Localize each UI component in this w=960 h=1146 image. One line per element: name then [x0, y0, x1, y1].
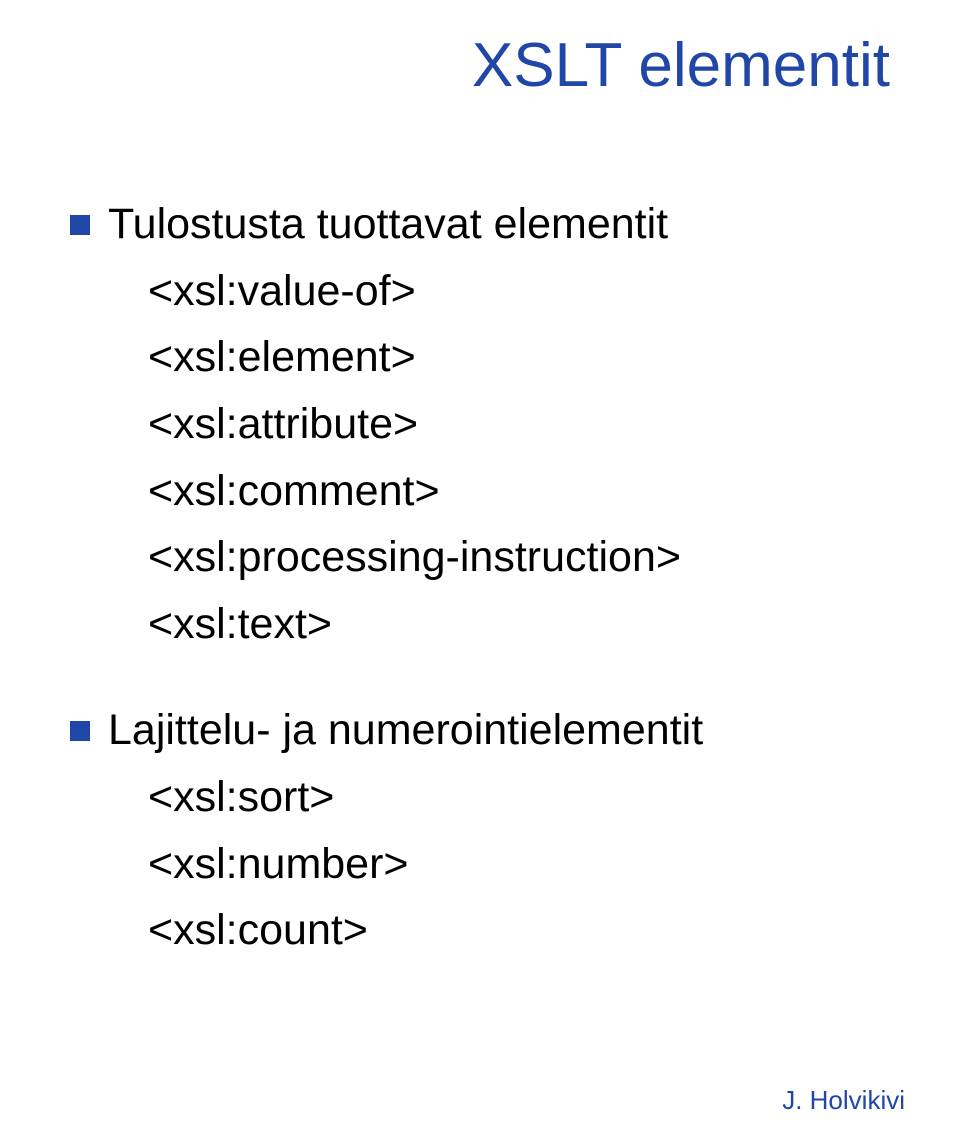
footer-author: J. Holvikivi	[782, 1085, 905, 1116]
bullet-square-icon	[70, 215, 90, 235]
list-item: <xsl:processing-instruction>	[148, 524, 910, 591]
sublist: <xsl:value-of> <xsl:element> <xsl:attrib…	[70, 258, 910, 658]
list-item: <xsl:count>	[148, 897, 910, 964]
group-heading-text: Lajittelu- ja numerointielementit	[108, 697, 703, 764]
list-item: <xsl:text>	[148, 591, 910, 658]
list-item: <xsl:comment>	[148, 458, 910, 525]
list-item: <xsl:number>	[148, 831, 910, 898]
slide-title: XSLT elementit	[70, 30, 910, 101]
list-item: <xsl:value-of>	[148, 258, 910, 325]
slide-container: XSLT elementit Tulostusta tuottavat elem…	[0, 0, 960, 1146]
group-sort-number-elements: Lajittelu- ja numerointielementit <xsl:s…	[70, 697, 910, 964]
group-heading: Lajittelu- ja numerointielementit	[70, 697, 910, 764]
group-heading: Tulostusta tuottavat elementit	[70, 191, 910, 258]
sublist: <xsl:sort> <xsl:number> <xsl:count>	[70, 764, 910, 964]
list-item: <xsl:sort>	[148, 764, 910, 831]
list-item: <xsl:attribute>	[148, 391, 910, 458]
list-item: <xsl:element>	[148, 324, 910, 391]
slide-content: Tulostusta tuottavat elementit <xsl:valu…	[70, 191, 910, 964]
bullet-square-icon	[70, 721, 90, 741]
group-heading-text: Tulostusta tuottavat elementit	[108, 191, 668, 258]
group-output-elements: Tulostusta tuottavat elementit <xsl:valu…	[70, 191, 910, 657]
